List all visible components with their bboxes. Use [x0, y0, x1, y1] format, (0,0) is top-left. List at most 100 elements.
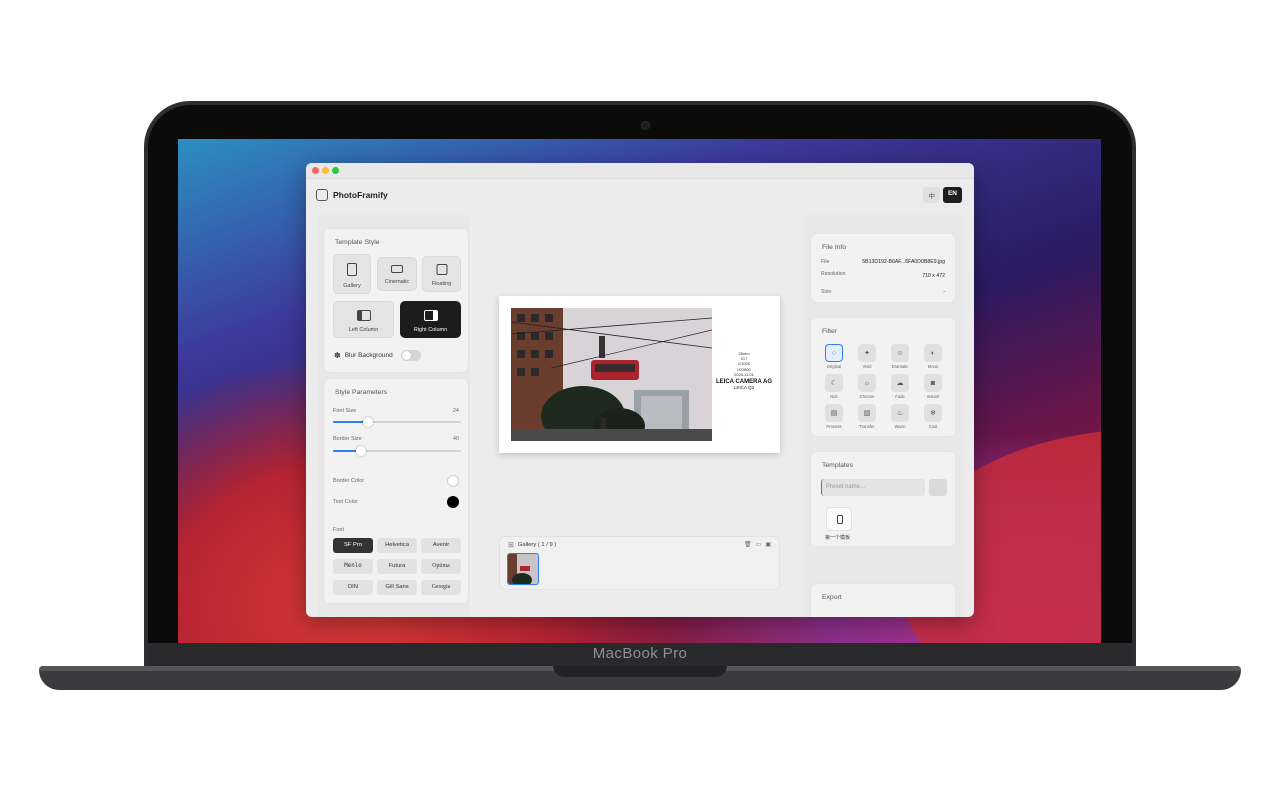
template-cinematic-button[interactable]: Cinematic	[377, 257, 417, 291]
image-stack-icon[interactable]: ▣	[765, 541, 771, 548]
font-size-value: 24	[452, 408, 459, 414]
font-sf-pro-button[interactable]: SF Pro	[333, 538, 373, 553]
trash-icon[interactable]: 🗑	[744, 541, 752, 548]
save-preset-button[interactable]	[929, 479, 947, 496]
filter-title: Filter	[822, 328, 838, 335]
filter-chrome[interactable]: ☼ Chrome	[857, 374, 877, 399]
style-parameters-title: Style Parameters	[335, 389, 388, 396]
window-titlebar	[306, 163, 974, 179]
theater-masks-icon: ☺	[891, 344, 909, 362]
border-size-value: 40	[452, 436, 459, 442]
flame-icon: ♨	[891, 404, 909, 422]
template-style-card: Template Style Gallery Cinematic Floatin…	[323, 228, 469, 373]
filter-fade[interactable]: ☁ Fade	[890, 374, 910, 399]
font-optima-button[interactable]: Optima	[421, 559, 461, 574]
template-style-title: Template Style	[335, 239, 380, 246]
font-georgia-button[interactable]: Georgia	[421, 580, 461, 595]
font-label: Font	[333, 527, 345, 533]
sparkle-icon: ✦	[858, 344, 876, 362]
photo-icon: ▨	[858, 404, 876, 422]
circle-icon: ○	[825, 344, 843, 362]
filter-transfer[interactable]: ▨ Transfer	[857, 404, 877, 429]
cloud-icon: ☁	[891, 374, 909, 392]
filter-vivid[interactable]: ✦ Vivid	[857, 344, 877, 369]
minimize-window-button[interactable]	[322, 167, 329, 174]
thumbnail-image	[508, 554, 538, 584]
file-info-title: File Info	[822, 244, 847, 251]
folder-icon[interactable]: ▭	[756, 541, 762, 548]
filter-warm[interactable]: ♨ Warm	[890, 404, 910, 429]
gallery-title: Gallery ( 1 / 9 )	[517, 542, 557, 548]
template-floating-button[interactable]: Floating	[422, 256, 461, 292]
lang-en-button[interactable]: EN	[942, 187, 962, 203]
font-futura-button[interactable]: Futura	[377, 559, 417, 574]
camera-icon: ◙	[924, 374, 942, 392]
blur-icon: ✽	[334, 351, 341, 360]
template-right-column-button[interactable]: Right Column	[400, 301, 461, 338]
resolution-value: 710 x 472	[922, 273, 945, 279]
border-size-slider[interactable]	[333, 446, 461, 456]
device-brand-label: MacBook Pro	[592, 645, 688, 662]
gallery-thumbnail[interactable]	[507, 553, 539, 585]
filter-original[interactable]: ○ Original	[824, 344, 844, 369]
filter-mono[interactable]: ◐ Mono	[923, 344, 943, 369]
border-color-swatch[interactable]	[447, 475, 459, 487]
font-din-button[interactable]: DIN	[333, 580, 373, 595]
macbook-mockup: MacBook Pro PhotoFramify 中 EN Template S…	[0, 0, 1280, 800]
moon-icon: ☾	[825, 374, 843, 392]
blur-background-label: Blur Background	[344, 352, 393, 359]
blur-background-toggle[interactable]	[400, 350, 421, 361]
app-logo-icon	[316, 189, 328, 201]
font-menlo-button[interactable]: Menlo	[333, 559, 373, 574]
border-color-label: Border Color	[333, 478, 365, 484]
right-column-icon	[423, 310, 438, 321]
filter-label: Original	[826, 364, 842, 369]
photo-illustration	[511, 308, 712, 441]
laptop-notch	[553, 666, 727, 677]
portrait-frame-icon	[347, 263, 357, 276]
templates-title: Templates	[822, 462, 853, 469]
camera-model: LEICA Q3	[733, 385, 754, 391]
snowflake-icon: ❄	[924, 404, 942, 422]
lang-zh-button[interactable]: 中	[923, 187, 940, 203]
preset-name-input[interactable]: Preset name...	[821, 479, 925, 496]
template-item[interactable]	[826, 507, 852, 531]
filter-instant[interactable]: ◙ Instant	[923, 374, 943, 399]
square-frame-icon	[436, 264, 447, 275]
template-item-name: 第一个模板	[825, 535, 851, 541]
font-size-thumb[interactable]	[362, 417, 373, 427]
filter-label: Process	[826, 424, 842, 429]
text-color-label: Text Color	[333, 499, 358, 505]
app-window: PhotoFramify 中 EN Template Style Gallery…	[306, 163, 974, 617]
exif-date: 2025.11.01	[734, 371, 754, 377]
webcam	[641, 121, 650, 130]
film-icon: ▤	[825, 404, 843, 422]
template-left-column-button[interactable]: Left Column	[333, 301, 394, 338]
font-size-slider[interactable]	[333, 417, 461, 427]
filter-noir[interactable]: ☾ Noir	[824, 374, 844, 399]
framed-photo-preview[interactable]: 28mm f/17 1/1000 ISO800 2025.11.01 LEICA…	[499, 296, 780, 453]
file-info-card: File Info File 5B13D192-B6AF...6FA0D0B8E…	[810, 233, 956, 303]
template-gallery-button[interactable]: Gallery	[333, 254, 371, 294]
font-avenir-button[interactable]: Avenir	[421, 538, 461, 553]
font-size-label: Font Size	[333, 408, 357, 414]
sun-icon: ☼	[858, 374, 876, 392]
filter-label: Instant	[926, 394, 940, 399]
zoom-window-button[interactable]	[332, 167, 339, 174]
filter-label: Dramatic	[891, 364, 909, 369]
template-label: Floating	[431, 281, 452, 287]
font-gill-sans-button[interactable]: Gill Sans	[377, 580, 417, 595]
size-value: -	[943, 289, 945, 295]
filter-label: Transfer	[859, 424, 875, 429]
language-switch: 中 EN	[923, 187, 962, 203]
filter-label: Fade	[895, 394, 905, 399]
border-size-thumb[interactable]	[356, 446, 367, 456]
text-color-swatch[interactable]	[447, 496, 459, 508]
filter-process[interactable]: ▤ Process	[824, 404, 844, 429]
filter-cool[interactable]: ❄ Cool	[923, 404, 943, 429]
filter-dramatic[interactable]: ☺ Dramatic	[890, 344, 910, 369]
export-title: Export	[822, 594, 842, 601]
close-window-button[interactable]	[312, 167, 319, 174]
template-label: Gallery	[343, 283, 361, 289]
font-helvetica-button[interactable]: Helvetica	[377, 538, 417, 553]
